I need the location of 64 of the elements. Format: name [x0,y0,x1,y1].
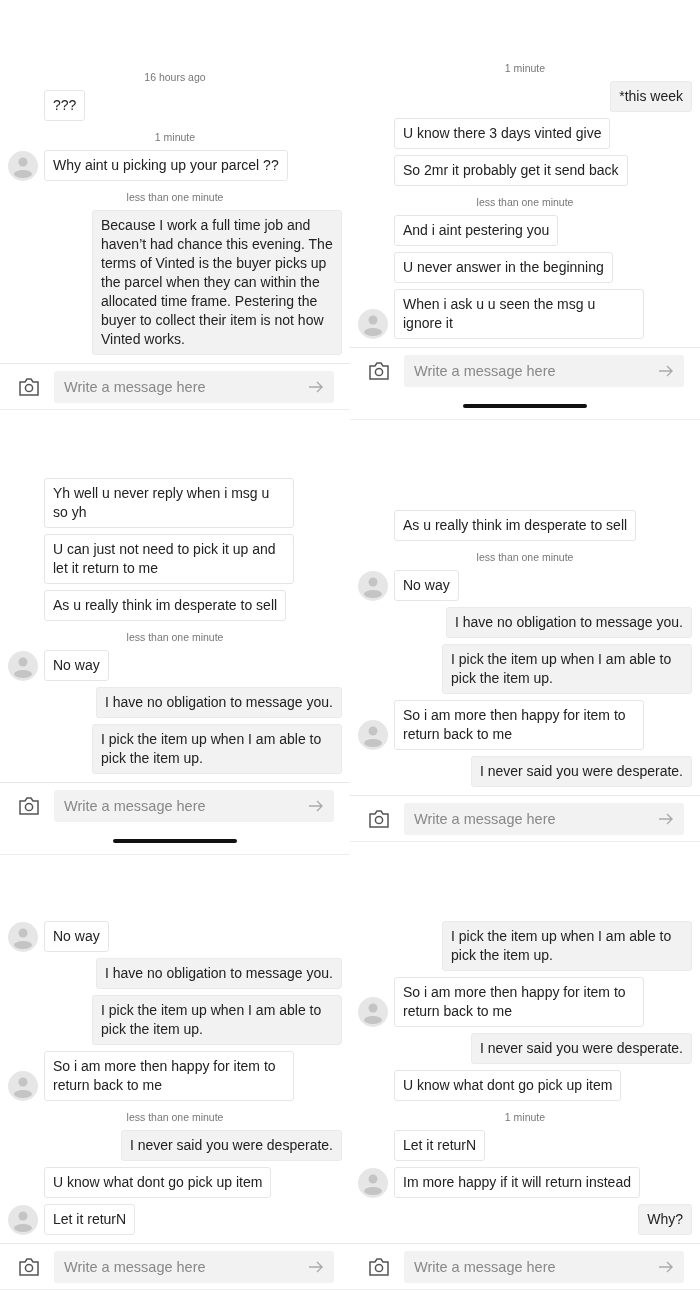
message-bubble: So i am more then happy for item to return back to me [394,700,644,750]
message-bubble: And i aint pestering you [394,215,559,246]
message-bubble: No way [44,650,109,681]
camera-icon[interactable] [368,361,390,380]
timestamp: less than one minute [476,196,574,208]
home-indicator[interactable] [463,404,587,408]
message-input[interactable]: Write a message here [404,1250,684,1283]
message-bubble: U never answer in the beginning [394,252,613,283]
send-icon[interactable] [308,379,324,394]
timestamp: less than one minute [126,191,224,203]
send-icon[interactable] [658,363,674,378]
message-bubble: Because I work a full time job and haven’t had chance this evening. The terms of Vinted is the buyer picks up the parcel when they can within the allocated time frame. Pestering the buyer to collect their item is not how Vinted works. [92,210,342,355]
message-bubble: When i ask u u seen the msg u ignore it [394,289,644,339]
message-bubble: No way [394,570,459,601]
timestamp: 16 hours ago [144,71,206,83]
message-bubble: Let it returN [394,1130,486,1161]
message-bubble: So 2mr it probably get it send back [394,155,628,186]
message-bubble: I pick the item up when I am able to pick the item up. [442,921,692,971]
camera-icon[interactable] [368,809,390,828]
send-icon[interactable] [308,798,324,813]
camera-icon[interactable] [18,796,40,815]
message-input[interactable]: Write a message here [404,354,684,387]
message-bubble: U know what dont go pick up item [394,1070,622,1101]
message-input[interactable]: Write a message here [54,789,334,822]
message-bubble: Yh well u never reply when i msg u so yh [44,478,294,528]
message-bubble: Im more happy if it will return instead [394,1167,640,1198]
message-bubble: As u really think im desperate to sell [44,590,287,621]
message-bubble: I pick the item up when I am able to pick the item up. [442,644,692,694]
timestamp: less than one minute [476,551,574,563]
message-input[interactable]: Write a message here [54,1250,334,1283]
message-bubble: As u really think im desperate to sell [394,510,637,541]
message-bubble: I pick the item up when I am able to pick the item up. [92,724,342,774]
message-bubble: I have no obligation to message you. [445,607,692,638]
timestamp: 1 minute [504,62,546,74]
message-bubble: No way [44,921,109,952]
message-bubble: So i am more then happy for item to return back to me [394,977,644,1027]
message-bubble: U know there 3 days vinted give [394,118,611,149]
message-bubble: U can just not need to pick it up and let it return to me [44,534,294,584]
message-bubble: So i am more then happy for item to return back to me [44,1051,294,1101]
send-icon[interactable] [658,1259,674,1274]
message-bubble: *this week [610,81,692,112]
message-bubble: I never said you were desperate. [470,756,692,787]
message-bubble: Why aint u picking up your parcel ?? [44,150,288,181]
timestamp: 1 minute [504,1111,546,1123]
home-indicator[interactable] [113,839,237,843]
timestamp: 1 minute [154,131,196,143]
message-input[interactable]: Write a message here [404,802,684,835]
message-bubble: U know what dont go pick up item [44,1167,272,1198]
send-icon[interactable] [658,811,674,826]
send-icon[interactable] [308,1259,324,1274]
camera-icon[interactable] [18,377,40,396]
message-bubble: I never said you were desperate. [470,1033,692,1064]
message-bubble: I have no obligation to message you. [95,687,342,718]
message-bubble: I pick the item up when I am able to pick the item up. [92,995,342,1045]
message-input[interactable]: Write a message here [54,370,334,403]
message-bubble: Let it returN [44,1204,136,1235]
message-bubble: Why? [638,1204,692,1235]
timestamp: less than one minute [126,631,224,643]
camera-icon[interactable] [18,1257,40,1276]
message-bubble: I have no obligation to message you. [95,958,342,989]
message-bubble: ??? [44,90,86,121]
timestamp: less than one minute [126,1111,224,1123]
camera-icon[interactable] [368,1257,390,1276]
message-bubble: I never said you were desperate. [120,1130,342,1161]
